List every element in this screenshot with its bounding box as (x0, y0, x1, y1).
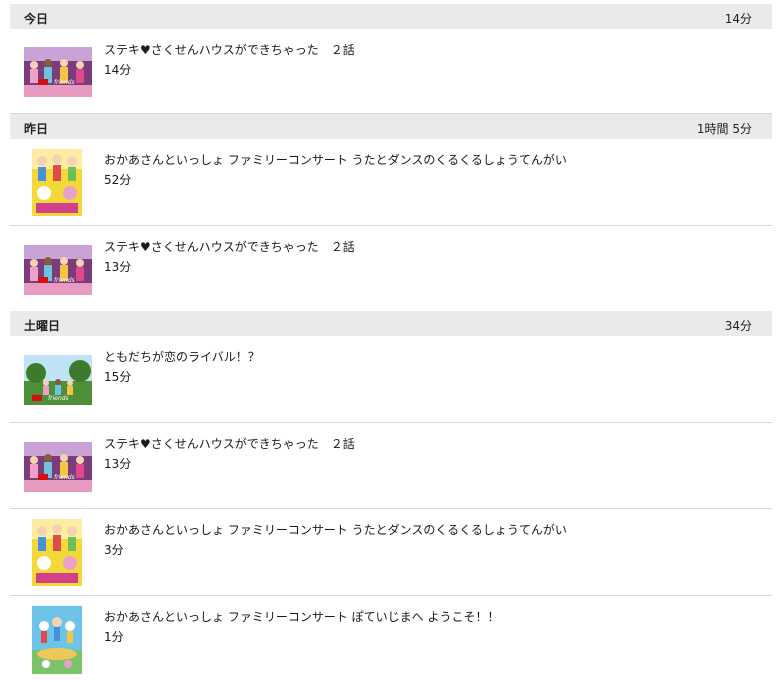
history-item[interactable]: おかあさんといっしょ ファミリーコンサート うたとダンスのくるくるしょうてんがい… (10, 509, 772, 596)
item-duration: 3分 (104, 543, 124, 557)
history-item[interactable]: friends ともだちが恋のライバル！？ 15分 (10, 336, 772, 423)
item-title[interactable]: ステキ♥さくせんハウスができちゃった ２話 (104, 238, 355, 255)
item-duration: 15分 (104, 370, 132, 384)
day-header-saturday: 土曜日 34分 (10, 311, 772, 336)
history-item[interactable]: friends ステキ♥さくせんハウスができちゃった ２話 14分 (10, 29, 772, 114)
day-total-duration: 14分 (724, 12, 752, 26)
day-label: 土曜日 (24, 319, 61, 333)
item-title[interactable]: おかあさんといっしょ ファミリーコンサート ぽていじまへ ようこそ！！ (104, 608, 499, 625)
history-item[interactable]: おかあさんといっしょ ファミリーコンサート うたとダンスのくるくるしょうてんがい… (10, 139, 772, 226)
item-title[interactable]: おかあさんといっしょ ファミリーコンサート うたとダンスのくるくるしょうてんがい (104, 151, 567, 168)
history-item[interactable]: friends ステキ♥さくせんハウスができちゃった ２話 13分 (10, 226, 772, 311)
history-item[interactable]: friends ステキ♥さくせんハウスができちゃった ２話 13分 (10, 423, 772, 509)
item-title[interactable]: おかあさんといっしょ ファミリーコンサート うたとダンスのくるくるしょうてんがい (104, 521, 567, 538)
friends-house-thumbnail[interactable]: friends (24, 245, 92, 295)
day-label: 昨日 (24, 122, 49, 136)
item-duration: 1分 (104, 630, 124, 644)
day-total-duration: 1時間 5分 (696, 122, 752, 136)
item-title[interactable]: ステキ♥さくせんハウスができちゃった ２話 (104, 435, 355, 452)
svg-text:friends: friends (54, 474, 75, 481)
item-duration: 13分 (104, 457, 132, 471)
item-duration: 52分 (104, 173, 132, 187)
family-concert-thumbnail[interactable] (32, 149, 82, 216)
potei-island-thumbnail[interactable] (32, 606, 82, 674)
history-item[interactable]: おかあさんといっしょ ファミリーコンサート ぽていじまへ ようこそ！！ 1分 (10, 596, 772, 682)
svg-text:friends: friends (48, 395, 69, 402)
day-label: 今日 (24, 12, 49, 26)
family-concert-thumbnail[interactable] (32, 519, 82, 586)
day-header-yesterday: 昨日 1時間 5分 (10, 114, 772, 139)
friends-house-thumbnail[interactable]: friends (24, 47, 92, 97)
item-duration: 14分 (104, 63, 132, 77)
friends-house-thumbnail[interactable]: friends (24, 442, 92, 492)
item-duration: 13分 (104, 260, 132, 274)
item-title[interactable]: ステキ♥さくせんハウスができちゃった ２話 (104, 41, 355, 58)
day-total-duration: 34分 (724, 319, 752, 333)
svg-text:friends: friends (54, 79, 75, 86)
item-title[interactable]: ともだちが恋のライバル！？ (104, 348, 260, 365)
day-header-today: 今日 14分 (10, 4, 772, 29)
svg-text:friends: friends (54, 277, 75, 284)
friends-park-thumbnail[interactable]: friends (24, 355, 92, 405)
